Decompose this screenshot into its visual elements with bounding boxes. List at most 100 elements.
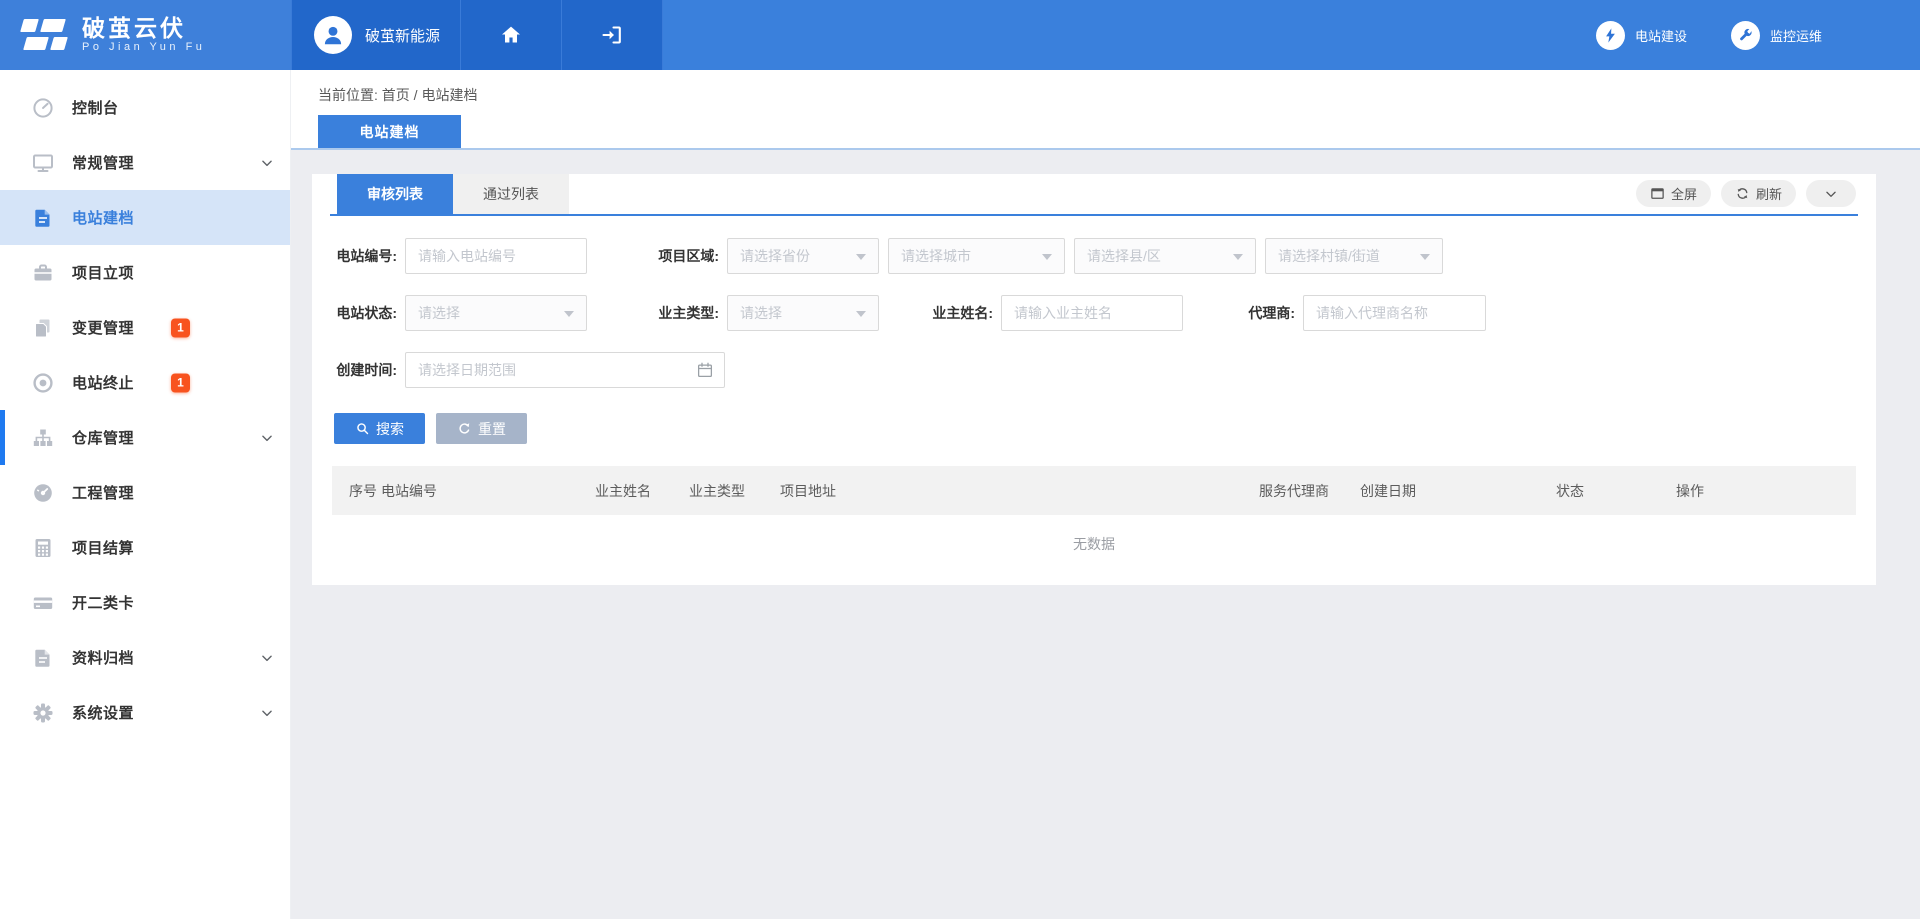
chevron-down-icon (260, 431, 274, 445)
col-status: 状态 (1556, 466, 1676, 515)
station-status-select[interactable]: 请选择 (405, 295, 587, 331)
col-actions: 操作 (1676, 466, 1856, 515)
nav-monitor-ops[interactable]: 监控运维 (1731, 21, 1822, 50)
sidebar-item-data-archive[interactable]: 资料归档 (0, 630, 290, 685)
collapse-button[interactable] (1806, 180, 1856, 207)
results-table: 序号 电站编号 业主姓名 业主类型 项目地址 服务代理商 创建日期 状态 操作 … (332, 466, 1856, 564)
topbar-user[interactable]: 破茧新能源 (291, 0, 461, 70)
sidebar-item-console[interactable]: 控制台 (0, 80, 290, 135)
field-label-owner-name: 业主姓名: (927, 303, 993, 323)
panel-tabs: 审核列表 通过列表 全屏 刷新 (330, 174, 1858, 216)
breadcrumb-home-link[interactable]: 首页 (382, 87, 410, 103)
calculator-icon (30, 535, 55, 560)
owner-name-input[interactable] (1001, 295, 1183, 331)
gear-icon (30, 700, 55, 725)
col-owner-name: 业主姓名 (595, 466, 689, 515)
breadcrumb-current: 电站建档 (421, 87, 477, 103)
field-label-region: 项目区域: (654, 246, 719, 266)
caret-down-icon (564, 311, 574, 317)
sidebar-item-system-settings[interactable]: 系统设置 (0, 685, 290, 740)
calendar-icon (696, 361, 714, 379)
search-button[interactable]: 搜索 (334, 413, 425, 444)
tab-passed-list[interactable]: 通过列表 (453, 174, 569, 214)
refresh-icon (1735, 186, 1750, 201)
lightning-icon (1596, 21, 1625, 50)
owner-type-select[interactable]: 请选择 (727, 295, 879, 331)
home-button[interactable] (461, 0, 562, 70)
tab-review-list[interactable]: 审核列表 (337, 174, 453, 214)
caret-down-icon (1420, 254, 1430, 260)
breadcrumb-strip: 当前位置: 首页 / 电站建档 电站建档 (291, 70, 1920, 150)
gauge-icon (30, 480, 55, 505)
nav-label: 监控运维 (1770, 26, 1822, 45)
field-label-create-time: 创建时间: (332, 360, 397, 380)
province-select[interactable]: 请选择省份 (727, 238, 879, 274)
sidebar-item-change-mgmt[interactable]: 变更管理 1 (0, 300, 290, 355)
col-create-date: 创建日期 (1360, 466, 1556, 515)
caret-down-icon (856, 254, 866, 260)
sign-in-button[interactable] (562, 0, 663, 70)
filter-form: 电站编号: 项目区域: 请选择省份 请选择城市 请选择县/区 请选择村镇/街道 … (312, 216, 1876, 444)
avatar-icon (314, 16, 352, 54)
sidebar-item-station-termination[interactable]: 电站终止 1 (0, 355, 290, 410)
col-index: 序号 (332, 466, 381, 515)
county-select[interactable]: 请选择县/区 (1074, 238, 1256, 274)
dashboard-icon (30, 95, 55, 120)
sitemap-icon (30, 425, 55, 450)
caret-down-icon (1042, 254, 1052, 260)
date-range-input[interactable]: 请选择日期范围 (405, 352, 725, 388)
chevron-down-icon (260, 156, 274, 170)
status-badge: 1 (171, 373, 190, 392)
city-select[interactable]: 请选择城市 (888, 238, 1065, 274)
station-no-input[interactable] (405, 238, 587, 274)
brand-title: 破茧云伏 (82, 16, 205, 41)
sidebar-item-general-mgmt[interactable]: 常规管理 (0, 135, 290, 190)
refresh-button[interactable]: 刷新 (1721, 180, 1796, 207)
panel: 审核列表 通过列表 全屏 刷新 电站编号: (312, 174, 1876, 585)
breadcrumb-separator: / (414, 87, 418, 103)
agent-input[interactable] (1303, 295, 1486, 331)
fullscreen-button[interactable]: 全屏 (1636, 180, 1711, 207)
sign-in-icon (600, 23, 624, 47)
field-label-agent: 代理商: (1233, 303, 1295, 323)
status-badge: 1 (171, 318, 190, 337)
brand-subtitle: Po Jian Yun Fu (82, 41, 205, 54)
nav-station-construction[interactable]: 电站建设 (1596, 21, 1687, 50)
town-select[interactable]: 请选择村镇/街道 (1265, 238, 1443, 274)
breadcrumb: 当前位置: 首页 / 电站建档 (291, 70, 1920, 105)
col-station-no: 电站编号 (381, 466, 595, 515)
search-icon (355, 421, 370, 436)
sidebar-item-engineering-mgmt[interactable]: 工程管理 (0, 465, 290, 520)
wrench-icon (1731, 21, 1760, 50)
sidebar-item-project-initiation[interactable]: 项目立项 (0, 245, 290, 300)
briefcase-icon (30, 260, 55, 285)
reset-button[interactable]: 重置 (436, 413, 527, 444)
monitor-icon (30, 150, 55, 175)
page-tab-station-filing[interactable]: 电站建档 (318, 115, 461, 148)
caret-down-icon (1233, 254, 1243, 260)
field-label-station-status: 电站状态: (332, 303, 397, 323)
nav-label: 电站建设 (1635, 26, 1687, 45)
col-service-agent: 服务代理商 (1259, 466, 1360, 515)
sidebar-item-warehouse-mgmt[interactable]: 仓库管理 (0, 410, 290, 465)
topbar: 破茧云伏 Po Jian Yun Fu 破茧新能源 电站建设 (0, 0, 1920, 70)
chevron-down-icon (260, 651, 274, 665)
table-header-row: 序号 电站编号 业主姓名 业主类型 项目地址 服务代理商 创建日期 状态 操作 (332, 466, 1856, 515)
brand-logo-icon (20, 19, 68, 51)
sidebar-item-station-filing[interactable]: 电站建档 (0, 190, 290, 245)
breadcrumb-label: 当前位置: (318, 87, 378, 103)
sidebar-item-project-settlement[interactable]: 项目结算 (0, 520, 290, 575)
card-icon (30, 590, 55, 615)
field-label-station-no: 电站编号: (332, 246, 397, 266)
document-icon (30, 205, 55, 230)
copy-icon (30, 315, 55, 340)
home-icon (499, 23, 523, 47)
sidebar-item-open-type2-card[interactable]: 开二类卡 (0, 575, 290, 630)
col-project-address: 项目地址 (780, 466, 1259, 515)
sidebar: 控制台 常规管理 电站建档 项目立项 变更管理 1 电站终止 1 (0, 70, 291, 919)
chevron-down-icon (260, 706, 274, 720)
empty-state: 无数据 (332, 515, 1856, 564)
main-content: 审核列表 通过列表 全屏 刷新 电站编号: (291, 152, 1920, 919)
archive-icon (30, 645, 55, 670)
field-label-owner-type: 业主类型: (654, 303, 719, 323)
